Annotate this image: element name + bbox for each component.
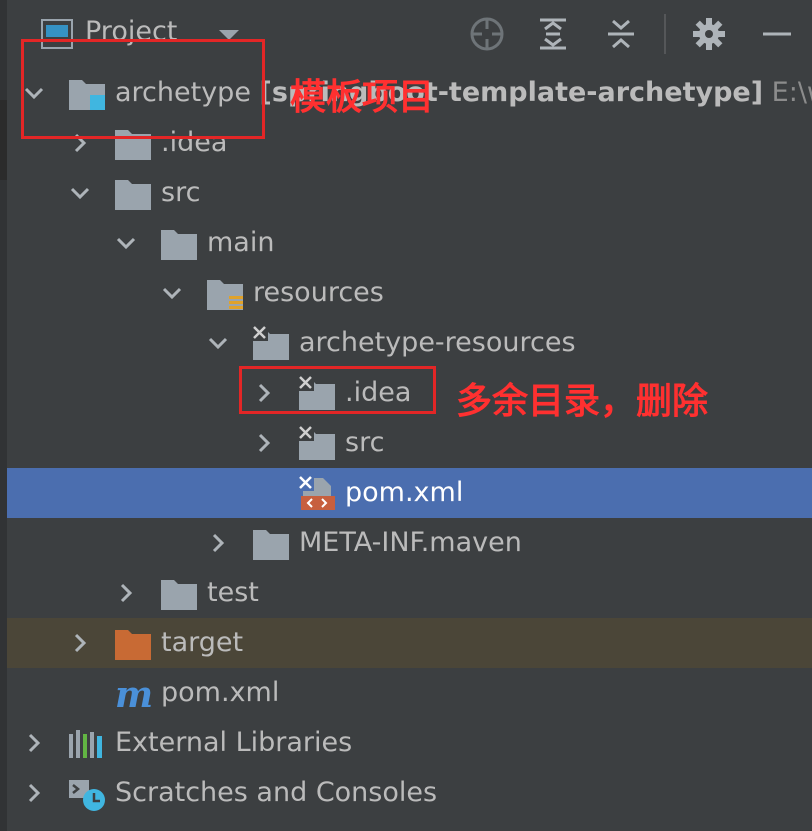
tree-label: META-INF.maven <box>299 527 522 558</box>
left-edge-strip <box>0 0 7 831</box>
annotation-template-project: 模板项目 <box>290 77 435 118</box>
gear-icon[interactable] <box>691 16 727 52</box>
tree-row-main[interactable]: main <box>7 218 812 268</box>
tree-row-pom-xml-selected[interactable]: pom.xml <box>7 468 812 518</box>
libraries-icon <box>69 728 105 760</box>
tree-row-test[interactable]: test <box>7 568 812 618</box>
tree-label: pom.xml <box>345 477 464 508</box>
tree-label: External Libraries <box>115 727 353 758</box>
expand-all-icon[interactable] <box>535 16 571 52</box>
annotation-box-redundant-dir <box>239 366 436 414</box>
resources-folder-icon <box>207 278 243 310</box>
tree-label: test <box>207 577 259 608</box>
tree-label: resources <box>253 277 384 308</box>
xml-file-icon <box>297 474 335 510</box>
tree-row-scratches-consoles[interactable]: Scratches and Consoles <box>7 768 812 818</box>
minimize-icon[interactable] <box>759 16 795 52</box>
collapse-all-icon[interactable] <box>603 16 639 52</box>
tree-label: pom.xml <box>161 677 280 708</box>
tree-row-src[interactable]: src <box>7 168 812 218</box>
tree-row-resources[interactable]: resources <box>7 268 812 318</box>
chevron-down-icon[interactable] <box>69 182 91 204</box>
annotation-redundant-dir: 多余目录，删除 <box>456 381 709 422</box>
chevron-right-icon[interactable] <box>207 532 229 554</box>
chevron-right-icon[interactable] <box>115 582 137 604</box>
tree-row-meta-inf-maven[interactable]: META-INF.maven <box>7 518 812 568</box>
chevron-down-icon[interactable] <box>161 282 183 304</box>
scratches-icon <box>69 778 105 811</box>
folder-icon <box>115 178 151 210</box>
toolbar-separator <box>664 14 666 54</box>
chevron-right-icon[interactable] <box>253 432 275 454</box>
tree-label: Scratches and Consoles <box>115 777 438 808</box>
folder-icon <box>161 228 197 260</box>
chevron-right-icon[interactable] <box>23 732 45 754</box>
target-folder-icon <box>115 628 151 660</box>
left-edge-mark <box>0 100 7 180</box>
excluded-folder-icon <box>251 324 289 360</box>
maven-icon: m <box>115 674 153 716</box>
tree-label: target <box>161 627 244 658</box>
tree-label: archetype-resources <box>299 327 576 358</box>
folder-icon <box>253 528 289 560</box>
locate-target-icon[interactable] <box>469 16 505 52</box>
svg-text:m: m <box>115 674 153 716</box>
tree-row-external-libraries[interactable]: External Libraries <box>7 718 812 768</box>
tree-label: main <box>207 227 275 258</box>
tree-row-src-excluded[interactable]: src <box>7 418 812 468</box>
tree-row-archetype-resources[interactable]: archetype-resources <box>7 318 812 368</box>
folder-icon <box>161 578 197 610</box>
chevron-right-icon[interactable] <box>23 782 45 804</box>
module-path-label: E:\wo <box>771 77 812 108</box>
chevron-down-icon[interactable] <box>115 232 137 254</box>
excluded-folder-icon <box>297 424 335 460</box>
tree-label: src <box>161 177 201 208</box>
tree-row-pom-xml-root[interactable]: m pom.xml <box>7 668 812 718</box>
chevron-down-icon[interactable] <box>207 332 229 354</box>
annotation-box-template-project <box>21 39 265 139</box>
tree-row-target[interactable]: target <box>7 618 812 668</box>
chevron-right-icon[interactable] <box>69 632 91 654</box>
tree-label: src <box>345 427 385 458</box>
